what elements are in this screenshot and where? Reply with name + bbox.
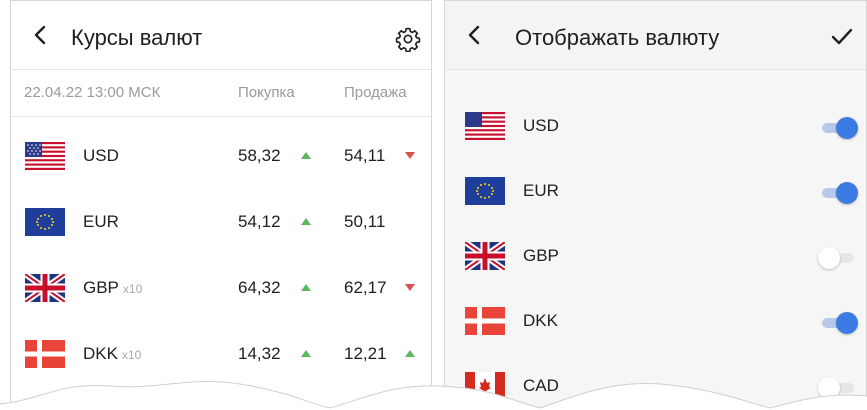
chevron-left-icon[interactable] bbox=[29, 23, 53, 47]
currency-code: CAD bbox=[523, 376, 559, 395]
gear-icon[interactable] bbox=[395, 26, 421, 52]
buy-rate: 14,32 bbox=[238, 344, 281, 363]
buy-rate: 64,32 bbox=[238, 278, 281, 297]
currency-code: EUR bbox=[83, 212, 119, 231]
dkk-visibility-toggle[interactable] bbox=[820, 312, 858, 334]
currency-code: EUR bbox=[523, 181, 559, 200]
currency-toggle-row-usd[interactable]: USD bbox=[445, 93, 866, 153]
currency-code: DKK x10 bbox=[83, 344, 142, 363]
currency-toggle-row-dkk[interactable]: DKK bbox=[445, 288, 866, 348]
page-title: Курсы валют bbox=[71, 25, 203, 50]
toggle-knob bbox=[836, 312, 858, 334]
currency-toggle-row-cad[interactable]: CAD bbox=[445, 353, 866, 410]
uk-flag-icon bbox=[465, 242, 505, 270]
trend-up-icon bbox=[301, 152, 311, 159]
currency-code: GBP bbox=[523, 246, 559, 265]
currency-code: DKK bbox=[523, 311, 558, 330]
us-flag-icon bbox=[25, 142, 65, 170]
exchange-rates-header: Курсы валют bbox=[11, 1, 431, 70]
currency-toggle-row-eur[interactable]: EUR bbox=[445, 158, 866, 218]
trend-up-icon bbox=[301, 218, 311, 225]
eur-visibility-toggle[interactable] bbox=[820, 182, 858, 204]
currency-code: USD bbox=[83, 146, 119, 165]
toggle-knob bbox=[836, 117, 858, 139]
trend-down-icon bbox=[405, 152, 415, 159]
eu-flag-icon bbox=[465, 177, 505, 205]
cad-visibility-toggle[interactable] bbox=[818, 377, 856, 399]
currency-toggle-row-gbp[interactable]: GBP bbox=[445, 223, 866, 283]
uk-flag-icon bbox=[25, 274, 65, 302]
toggle-knob bbox=[818, 247, 840, 269]
currency-code: GBP x10 bbox=[83, 278, 143, 297]
checkmark-icon[interactable] bbox=[830, 27, 854, 47]
trend-up-icon bbox=[405, 350, 415, 357]
trend-up-icon bbox=[301, 284, 311, 291]
buy-rate: 54,12 bbox=[238, 212, 281, 231]
rate-row-dkk[interactable]: DKK x10 14,32 12,21 bbox=[11, 324, 431, 384]
rates-timestamp: 22.04.22 13:00 МСК bbox=[24, 84, 161, 101]
rate-row-eur[interactable]: EUR 54,12 50,11 bbox=[11, 192, 431, 252]
sell-rate: 50,11 bbox=[344, 212, 386, 231]
currency-code: USD bbox=[523, 116, 559, 135]
gbp-visibility-toggle[interactable] bbox=[818, 247, 856, 269]
toggle-knob bbox=[836, 182, 858, 204]
buy-rate: 58,32 bbox=[238, 146, 281, 165]
rates-table-header: 22.04.22 13:00 МСК Покупка Продажа bbox=[11, 70, 431, 117]
usd-visibility-toggle[interactable] bbox=[820, 117, 858, 139]
exchange-rates-panel: Курсы валют 22.04.22 13:00 МСК Покупка П… bbox=[10, 0, 432, 410]
currency-visibility-panel: Отображать валюту USD EUR GBP DKK CAD bbox=[444, 0, 867, 410]
trend-up-icon bbox=[301, 350, 311, 357]
rate-row-gbp[interactable]: GBP x10 64,32 62,17 bbox=[11, 258, 431, 318]
trend-down-icon bbox=[405, 284, 415, 291]
ca-flag-icon bbox=[465, 372, 505, 400]
dk-flag-icon bbox=[25, 340, 65, 368]
page-title: Отображать валюту bbox=[515, 25, 720, 50]
currency-visibility-header: Отображать валюту bbox=[445, 1, 866, 70]
sell-rate: 12,21 bbox=[344, 344, 387, 363]
dk-flag-icon bbox=[465, 307, 505, 335]
column-header-sell: Продажа bbox=[344, 84, 407, 101]
toggle-knob bbox=[818, 377, 840, 399]
sell-rate: 54,11 bbox=[344, 146, 386, 165]
column-header-buy: Покупка bbox=[238, 84, 295, 101]
eu-flag-icon bbox=[25, 208, 65, 236]
chevron-left-icon[interactable] bbox=[463, 23, 487, 47]
us-flag-icon bbox=[465, 112, 505, 140]
rate-row-usd[interactable]: USD 58,32 54,11 bbox=[11, 126, 431, 186]
sell-rate: 62,17 bbox=[344, 278, 387, 297]
